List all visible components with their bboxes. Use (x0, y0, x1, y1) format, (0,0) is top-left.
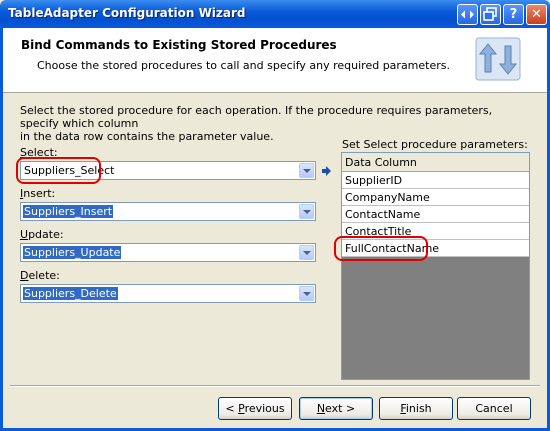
cancel-button[interactable]: Cancel (457, 397, 531, 420)
restore-button[interactable] (480, 4, 501, 25)
update-combo[interactable]: Suppliers_Update (20, 243, 316, 262)
delete-label-rest: elete: (28, 269, 60, 282)
delete-value: Suppliers_Delete (22, 286, 119, 301)
next-rest: ext > (325, 402, 356, 415)
diamond-arrows-icon (461, 10, 474, 19)
delete-label: Delete: (20, 269, 60, 282)
title-bar[interactable]: TableAdapter Configuration Wizard ? ✕ (0, 0, 550, 28)
wizard-window: TableAdapter Configuration Wizard ? ✕ Bi… (0, 0, 550, 431)
chevron-down-icon[interactable] (299, 286, 314, 301)
wizard-header: Bind Commands to Existing Stored Procedu… (3, 28, 547, 93)
chevron-down-icon[interactable] (299, 245, 314, 260)
previous-prefix: < (225, 402, 239, 415)
header-heading: Bind Commands to Existing Stored Procedu… (21, 38, 337, 52)
grid-row-companyname[interactable]: CompanyName (342, 189, 529, 206)
next-button[interactable]: Next > (299, 397, 373, 420)
finish-rest: inish (405, 402, 432, 415)
highlight-oval-select (16, 157, 101, 184)
back-forward-icon[interactable] (457, 4, 478, 25)
insert-label: Insert: (20, 187, 55, 200)
insert-label-rest: nsert: (23, 187, 56, 200)
header-subheading: Choose the stored procedures to call and… (37, 59, 450, 72)
params-title: Set Select procedure parameters: (342, 138, 528, 151)
chevron-down-icon[interactable] (299, 163, 314, 178)
finish-button[interactable]: Finish (379, 397, 453, 420)
grid-row-supplierid[interactable]: SupplierID (342, 172, 529, 189)
previous-button[interactable]: < Previous (218, 397, 292, 420)
params-grid[interactable]: Data Column SupplierID CompanyName Conta… (341, 152, 530, 380)
footer-separator-highlight (10, 386, 540, 387)
update-value: Suppliers_Update (21, 245, 123, 260)
next-accel: N (316, 402, 326, 415)
grid-row-contactname[interactable]: ContactName (342, 206, 529, 223)
update-label-rest: pdate: (28, 228, 64, 241)
help-icon: ? (509, 7, 518, 22)
update-label: Update: (20, 228, 64, 241)
help-button[interactable]: ? (503, 4, 524, 25)
grid-column-header[interactable]: Data Column (342, 153, 529, 172)
chevron-down-icon[interactable] (299, 204, 314, 219)
highlight-oval-fullcontactname (334, 236, 428, 261)
close-icon: ✕ (531, 7, 542, 22)
wizard-sync-icon (475, 37, 521, 81)
insert-value: Suppliers_Insert (21, 204, 115, 219)
close-button[interactable]: ✕ (526, 4, 547, 25)
window-title: TableAdapter Configuration Wizard (8, 6, 246, 20)
restore-icon (483, 7, 497, 21)
update-label-accel: U (20, 228, 29, 241)
insert-combo[interactable]: Suppliers_Insert (20, 202, 316, 221)
intro-line-1: Select the stored procedure for each ope… (20, 104, 493, 130)
previous-rest: revious (244, 402, 285, 415)
delete-combo[interactable]: Suppliers_Delete (20, 284, 316, 303)
arrow-right-icon (322, 166, 331, 176)
